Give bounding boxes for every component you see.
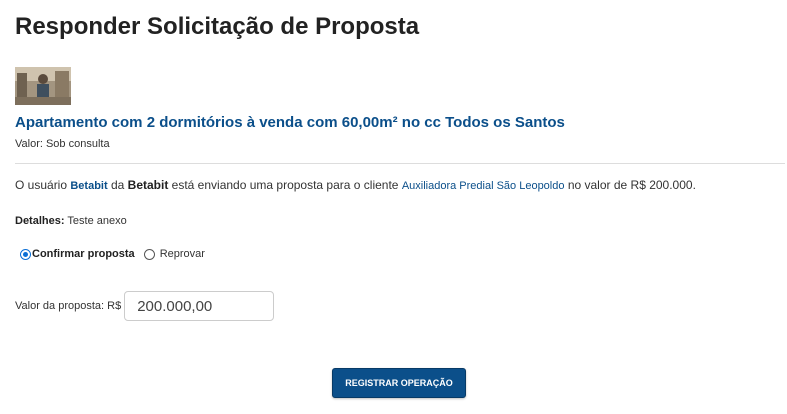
proposal-value-label: Valor da proposta: R$	[15, 300, 122, 312]
message-middle-2: está enviando uma proposta para o client…	[168, 178, 402, 192]
details-value: Teste anexo	[64, 215, 127, 227]
property-thumbnail-image[interactable]	[15, 67, 71, 105]
confirm-proposal-label[interactable]: Confirmar proposta	[32, 248, 135, 260]
proposal-value-input[interactable]	[124, 291, 275, 321]
proposal-decision-options: Confirmar proposta Reprovar	[20, 248, 205, 260]
listing-price: Valor: Sob consulta	[15, 138, 110, 150]
user-link[interactable]: Betabit	[70, 180, 107, 192]
client-link[interactable]: Auxiliadora Predial São Leopoldo	[402, 180, 565, 192]
reject-proposal-option[interactable]: Reprovar	[143, 248, 205, 260]
register-operation-button[interactable]: REGISTRAR OPERAÇÃO	[332, 368, 466, 398]
property-photo-icon	[15, 67, 71, 105]
proposal-value-row: Valor da proposta: R$	[15, 291, 275, 321]
confirm-radio-button[interactable]	[20, 248, 31, 260]
details-label: Detalhes:	[15, 215, 65, 227]
confirm-proposal-option[interactable]: Confirmar proposta	[20, 248, 135, 260]
page-title: Responder Solicitação de Proposta	[15, 13, 420, 40]
message-prefix: O usuário	[15, 178, 71, 192]
company-name: Betabit	[127, 178, 169, 192]
message-suffix: no valor de R$ 200.000.	[564, 178, 696, 192]
proposal-message: O usuário Betabit da Betabit está envian…	[15, 178, 696, 192]
details-row: Detalhes: Teste anexo	[15, 215, 127, 227]
message-middle-1: da	[107, 178, 128, 192]
reject-radio-button[interactable]	[143, 248, 155, 260]
listing-title-link[interactable]: Apartamento com 2 dormitórios à venda co…	[15, 114, 565, 131]
divider	[15, 163, 785, 164]
reject-proposal-label[interactable]: Reprovar	[160, 248, 205, 260]
